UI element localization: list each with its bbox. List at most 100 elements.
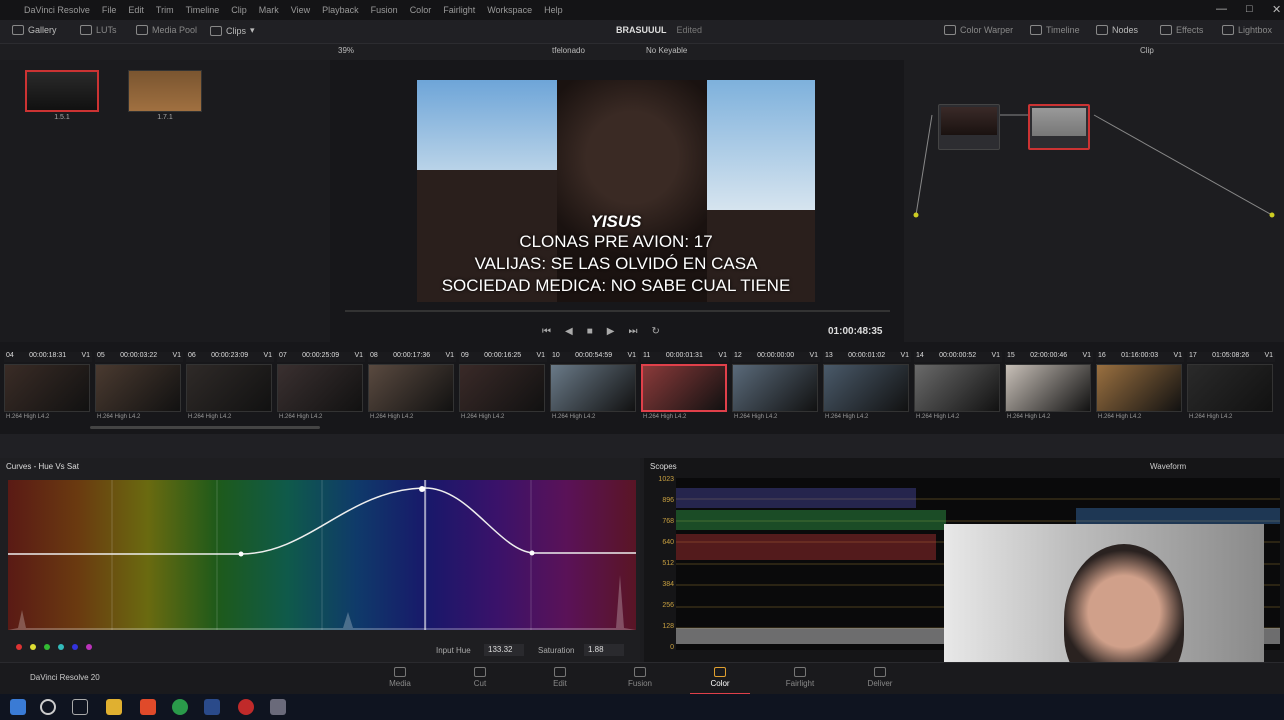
task-view-icon[interactable] <box>72 699 88 715</box>
clip-number: 06 <box>188 352 196 359</box>
clip-track: V1 <box>991 352 1000 359</box>
node-02[interactable] <box>1028 104 1090 150</box>
scope-mode-select[interactable]: Waveform <box>1150 462 1186 471</box>
timeline-clip[interactable]: 14 00:00:00:52 V1 H.264 High L4.2 <box>914 352 1002 426</box>
red-swatch[interactable] <box>16 644 22 650</box>
gallery-still[interactable] <box>25 70 99 112</box>
page-deliver[interactable]: Deliver <box>850 667 910 688</box>
timeline-clip[interactable]: 12 00:00:00:00 V1 H.264 High L4.2 <box>732 352 820 426</box>
effects-button[interactable]: Effects <box>1160 25 1203 35</box>
timeline-button[interactable]: Timeline <box>1030 25 1080 35</box>
close-icon[interactable]: ✕ <box>1272 3 1281 16</box>
saturation-field[interactable]: 1.88 <box>584 644 624 656</box>
steam-icon[interactable] <box>204 699 220 715</box>
clip-timecode: 02:00:00:46 <box>1030 352 1068 359</box>
timeline-clip[interactable]: 11 00:00:01:31 V1 H.264 High L4.2 <box>641 352 729 426</box>
hue-vs-sat-plot[interactable] <box>8 480 636 630</box>
clip-timecode: 00:00:16:25 <box>484 352 522 359</box>
timeline-clip[interactable]: 08 00:00:17:36 V1 H.264 High L4.2 <box>368 352 456 426</box>
menu-file[interactable]: File <box>102 5 117 15</box>
page-fusion[interactable]: Fusion <box>610 667 670 688</box>
menu-fusion[interactable]: Fusion <box>371 5 398 15</box>
node-editor[interactable] <box>904 60 1284 342</box>
scrollbar-thumb[interactable] <box>90 426 320 429</box>
clip-track: V1 <box>354 352 363 359</box>
yellow-swatch[interactable] <box>30 644 36 650</box>
search-icon[interactable] <box>40 699 56 715</box>
menu-view[interactable]: View <box>291 5 310 15</box>
menu-playback[interactable]: Playback <box>322 5 359 15</box>
menu-help[interactable]: Help <box>544 5 563 15</box>
loop-icon[interactable]: ↻ <box>651 326 659 337</box>
menu-edit[interactable]: Edit <box>128 5 144 15</box>
clip-header: 06 00:00:23:09 V1 <box>186 352 274 362</box>
app-icon[interactable] <box>270 699 286 715</box>
page-fairlight[interactable]: Fairlight <box>770 667 830 688</box>
node-01[interactable] <box>938 104 1000 150</box>
input-hue-field[interactable]: 133.32 <box>484 644 524 656</box>
clips-button[interactable]: Clips ▾ <box>210 25 255 36</box>
media-pool-button[interactable]: Media Pool <box>136 25 197 35</box>
magenta-swatch[interactable] <box>86 644 92 650</box>
cyan-swatch[interactable] <box>58 644 64 650</box>
timeline-scrollbar[interactable] <box>0 426 1284 434</box>
timeline-clip[interactable]: 10 00:00:54:59 V1 H.264 High L4.2 <box>550 352 638 426</box>
clip-number: 16 <box>1098 352 1106 359</box>
menu-trim[interactable]: Trim <box>156 5 174 15</box>
menu-mark[interactable]: Mark <box>259 5 279 15</box>
timeline-clip[interactable]: 09 00:00:16:25 V1 H.264 High L4.2 <box>459 352 547 426</box>
stop-icon[interactable]: ■ <box>587 326 593 337</box>
node-thumbnail <box>1032 108 1086 136</box>
page-media[interactable]: Media <box>370 667 430 688</box>
timeline-clip[interactable]: 15 02:00:00:46 V1 H.264 High L4.2 <box>1005 352 1093 426</box>
subtitle-line: CLONAS PRE AVION: 17 <box>519 232 713 251</box>
play-reverse-icon[interactable]: ◀ <box>565 326 573 337</box>
menu-clip[interactable]: Clip <box>231 5 247 15</box>
skip-back-icon[interactable]: ⏮ <box>542 326 551 337</box>
green-swatch[interactable] <box>44 644 50 650</box>
timeline-clip[interactable]: 04 00:00:18:31 V1 H.264 High L4.2 <box>4 352 92 426</box>
scale-tick: 512 <box>662 560 674 567</box>
menu-timeline[interactable]: Timeline <box>186 5 220 15</box>
zoom-level[interactable]: 39% <box>338 46 354 55</box>
keyframe-select[interactable]: No Keyable <box>646 46 687 55</box>
menu-fairlight[interactable]: Fairlight <box>443 5 475 15</box>
blue-swatch[interactable] <box>72 644 78 650</box>
timeline-clip[interactable]: 13 00:00:01:02 V1 H.264 High L4.2 <box>823 352 911 426</box>
clip-header: 08 00:00:17:36 V1 <box>368 352 456 362</box>
page-color[interactable]: Color <box>690 667 750 695</box>
page-cut[interactable]: Cut <box>450 667 510 688</box>
clip-number: 15 <box>1007 352 1015 359</box>
play-icon[interactable]: ▶ <box>607 326 615 337</box>
timeline-clip[interactable]: 17 01:05:08:26 V1 H.264 High L4.2 <box>1187 352 1275 426</box>
timeline-clip[interactable]: 05 00:00:03:22 V1 H.264 High L4.2 <box>95 352 183 426</box>
project-title: BRASUUUL Edited <box>616 25 702 35</box>
gallery-button[interactable]: Gallery <box>12 25 57 35</box>
page-edit[interactable]: Edit <box>530 667 590 688</box>
file-explorer-icon[interactable] <box>106 699 122 715</box>
brand-label: DaVinci Resolve 20 <box>30 673 100 682</box>
nodes-button[interactable]: Nodes <box>1096 25 1138 35</box>
lightbox-button[interactable]: Lightbox <box>1222 25 1272 35</box>
clip-track: V1 <box>718 352 727 359</box>
start-icon[interactable] <box>10 699 26 715</box>
chrome-icon[interactable] <box>172 699 188 715</box>
video-frame[interactable]: YISUS CLONAS PRE AVION: 17 VALIJAS: SE L… <box>417 80 815 302</box>
minimize-icon[interactable]: — <box>1216 3 1227 15</box>
clip-name-select[interactable]: tfelonado <box>552 46 585 55</box>
scrubber-track[interactable] <box>345 310 890 312</box>
maximize-icon[interactable]: □ <box>1246 3 1253 15</box>
curve-graph <box>8 480 636 630</box>
menu-color[interactable]: Color <box>410 5 432 15</box>
gallery-still[interactable] <box>128 70 202 112</box>
luts-button[interactable]: LUTs <box>80 25 117 35</box>
timeline-clip[interactable]: 07 00:00:25:09 V1 H.264 High L4.2 <box>277 352 365 426</box>
davinci-icon[interactable] <box>238 699 254 715</box>
timeline-clip[interactable]: 06 00:00:23:09 V1 H.264 High L4.2 <box>186 352 274 426</box>
timeline-clip[interactable]: 16 01:16:00:03 V1 H.264 High L4.2 <box>1096 352 1184 426</box>
node-mode-select[interactable]: Clip <box>1140 46 1154 55</box>
skip-forward-icon[interactable]: ⏭ <box>628 326 637 337</box>
menu-workspace[interactable]: Workspace <box>487 5 532 15</box>
brave-icon[interactable] <box>140 699 156 715</box>
color-warper-button[interactable]: Color Warper <box>944 25 1013 35</box>
